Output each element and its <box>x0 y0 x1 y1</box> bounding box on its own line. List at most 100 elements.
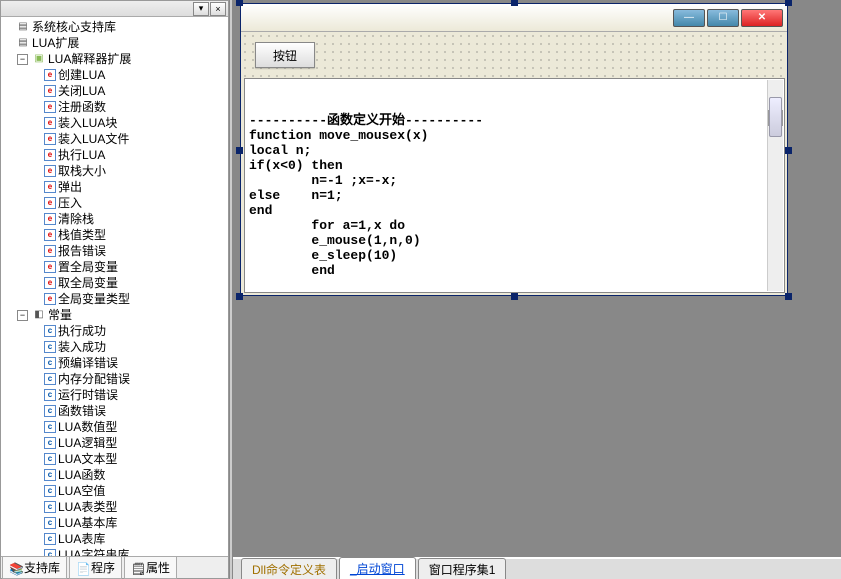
resize-handle[interactable] <box>236 0 243 6</box>
tree-node[interactable]: e压入 <box>31 195 228 211</box>
tree-label: LUA文本型 <box>58 451 117 467</box>
resize-handle[interactable] <box>785 147 792 154</box>
tree-node[interactable]: cLUA函数 <box>31 467 228 483</box>
collapse-icon[interactable]: − <box>17 310 28 321</box>
tree-node[interactable]: e清除栈 <box>31 211 228 227</box>
tree-node[interactable]: cLUA文本型 <box>31 451 228 467</box>
tree-node[interactable]: cLUA逻辑型 <box>31 435 228 451</box>
tree-node[interactable]: e全局变量类型 <box>31 291 228 307</box>
code-line: else n=1; <box>249 188 780 203</box>
tree-node[interactable]: c装入成功 <box>31 339 228 355</box>
form-designer[interactable]: — ☐ ✕ 按钮 ----------函数定义开始----------funct… <box>233 0 841 557</box>
scroll-thumb[interactable] <box>769 97 782 137</box>
tree-label: 报告错误 <box>58 243 106 259</box>
vertical-scrollbar[interactable]: ▴ <box>767 80 783 291</box>
code-text-control[interactable]: ----------函数定义开始----------function move_… <box>244 78 785 293</box>
constant-icon: c <box>44 341 56 353</box>
tree-node[interactable]: cLUA基本库 <box>31 515 228 531</box>
group-icon: ◧ <box>32 308 46 322</box>
tree-label: 置全局变量 <box>58 259 118 275</box>
library-icon: ▤ <box>16 20 30 34</box>
resize-handle[interactable] <box>236 293 243 300</box>
panel-close-button[interactable]: × <box>210 2 226 16</box>
panel-tab-library[interactable]: 📚支持库 <box>2 556 67 579</box>
tree-node[interactable]: cLUA数值型 <box>31 419 228 435</box>
tree-node[interactable]: e关闭LUA <box>31 83 228 99</box>
constant-icon: c <box>44 437 56 449</box>
tree-node[interactable]: −▣LUA解释器扩展 e创建LUAe关闭LUAe注册函数e装入LUA块e装入LU… <box>17 51 228 307</box>
resize-handle[interactable] <box>236 147 243 154</box>
tree-node[interactable]: e报告错误 <box>31 243 228 259</box>
constant-icon: c <box>44 453 56 465</box>
constant-icon: c <box>44 389 56 401</box>
function-icon: e <box>44 165 56 177</box>
tab-startup-window[interactable]: _启动窗口 <box>339 557 416 579</box>
tree-node[interactable]: c运行时错误 <box>31 387 228 403</box>
book-icon: 📚 <box>9 562 21 574</box>
panel-tab-properties[interactable]: 🗒属性 <box>124 556 177 579</box>
tree-label: 取全局变量 <box>58 275 118 291</box>
tree-label: 执行成功 <box>58 323 106 339</box>
tree-node[interactable]: e取栈大小 <box>31 163 228 179</box>
panel-tab-program[interactable]: 📄程序 <box>69 556 122 579</box>
maximize-button[interactable]: ☐ <box>707 9 739 27</box>
function-icon: e <box>44 277 56 289</box>
form-button-control[interactable]: 按钮 <box>255 42 315 68</box>
tree-node[interactable]: e创建LUA <box>31 67 228 83</box>
function-icon: e <box>44 293 56 305</box>
constant-icon: c <box>44 549 56 556</box>
tab-dll-commands[interactable]: Dll命令定义表 <box>241 558 337 579</box>
close-button[interactable]: ✕ <box>741 9 783 27</box>
tree-node[interactable]: e装入LUA块 <box>31 115 228 131</box>
tree-node[interactable]: cLUA表库 <box>31 531 228 547</box>
resize-handle[interactable] <box>511 0 518 6</box>
tree-node[interactable]: c预编译错误 <box>31 355 228 371</box>
tree-label: 关闭LUA <box>58 83 105 99</box>
tree-node[interactable]: ▤LUA扩展 −▣LUA解释器扩展 e创建LUAe关闭LUAe注册函数e装入LU… <box>3 35 228 556</box>
folder-icon: ▣ <box>32 52 46 66</box>
minimize-button[interactable]: — <box>673 9 705 27</box>
collapse-icon[interactable]: − <box>17 54 28 65</box>
tree-node[interactable]: cLUA字符串库 <box>31 547 228 556</box>
tree-label: LUA表库 <box>58 531 105 547</box>
properties-icon: 🗒 <box>131 562 143 574</box>
code-line: end <box>249 203 780 218</box>
tree-node[interactable]: c函数错误 <box>31 403 228 419</box>
code-line: local n; <box>249 143 780 158</box>
tree-label: 弹出 <box>58 179 82 195</box>
tree-node[interactable]: −◧常量 c执行成功c装入成功c预编译错误c内存分配错误c运行时错误c函数错误c… <box>17 307 228 556</box>
code-line: end <box>249 263 780 278</box>
panel-dock-button[interactable]: ▾ <box>193 2 209 16</box>
function-icon: e <box>44 197 56 209</box>
tree-node[interactable]: e装入LUA文件 <box>31 131 228 147</box>
tree-node[interactable]: cLUA表类型 <box>31 499 228 515</box>
function-icon: e <box>44 101 56 113</box>
tree-node[interactable]: e置全局变量 <box>31 259 228 275</box>
tree-label: 函数错误 <box>58 403 106 419</box>
function-icon: e <box>44 213 56 225</box>
tree-node[interactable]: c执行成功 <box>31 323 228 339</box>
resize-handle[interactable] <box>511 293 518 300</box>
tree-node[interactable]: e取全局变量 <box>31 275 228 291</box>
library-tree[interactable]: ▤系统核心支持库 ▤LUA扩展 −▣LUA解释器扩展 e创建LUAe关闭LUAe… <box>1 17 228 556</box>
tree-node[interactable]: e执行LUA <box>31 147 228 163</box>
resize-handle[interactable] <box>785 293 792 300</box>
tree-node[interactable]: e弹出 <box>31 179 228 195</box>
constant-icon: c <box>44 373 56 385</box>
tree-node[interactable]: c内存分配错误 <box>31 371 228 387</box>
code-line: e_sleep(10) <box>249 248 780 263</box>
tree-node[interactable]: cLUA空值 <box>31 483 228 499</box>
resize-handle[interactable] <box>785 0 792 6</box>
constant-icon: c <box>44 421 56 433</box>
constant-icon: c <box>44 533 56 545</box>
tree-label: 装入LUA文件 <box>58 131 129 147</box>
code-line: for a=1,x do <box>249 218 780 233</box>
constant-icon: c <box>44 501 56 513</box>
tree-node[interactable]: e注册函数 <box>31 99 228 115</box>
tree-node[interactable]: ▤系统核心支持库 <box>3 19 228 35</box>
tree-node[interactable]: e栈值类型 <box>31 227 228 243</box>
tab-window-procset[interactable]: 窗口程序集1 <box>418 558 507 579</box>
form-selection-frame: — ☐ ✕ 按钮 ----------函数定义开始----------funct… <box>240 3 788 296</box>
form-window[interactable]: — ☐ ✕ 按钮 ----------函数定义开始----------funct… <box>240 3 788 296</box>
form-client-area[interactable]: 按钮 ----------函数定义开始----------function mo… <box>241 32 787 295</box>
